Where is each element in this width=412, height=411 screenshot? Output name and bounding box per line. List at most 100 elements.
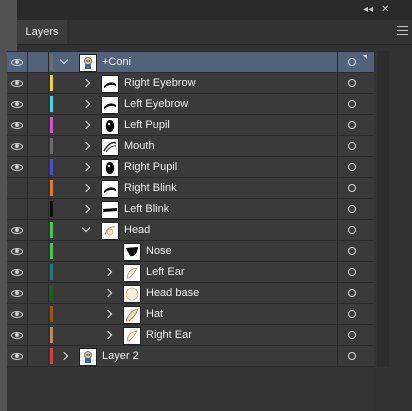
layer-row[interactable]: Left Ear: [7, 262, 374, 283]
chevron-right-icon[interactable]: [81, 99, 91, 109]
hamburger-menu-icon[interactable]: [397, 26, 408, 35]
chevron-right-icon[interactable]: [81, 141, 91, 151]
target-circle-icon[interactable]: [348, 268, 356, 276]
layer-name[interactable]: Hat: [146, 304, 163, 324]
layer-row[interactable]: Head: [7, 220, 374, 241]
target-circle-icon[interactable]: [348, 289, 356, 297]
target-circle-icon[interactable]: [348, 58, 356, 66]
layer-row[interactable]: Left Pupil: [7, 115, 374, 136]
target-circle-icon[interactable]: [348, 163, 356, 171]
chevron-right-icon[interactable]: [81, 162, 91, 172]
layer-row[interactable]: Right Pupil: [7, 157, 374, 178]
lock-toggle[interactable]: [28, 73, 49, 93]
chevron-right-icon[interactable]: [81, 120, 91, 130]
chevron-down-icon[interactable]: [59, 55, 69, 65]
visibility-toggle[interactable]: [7, 304, 28, 324]
lock-toggle[interactable]: [28, 94, 49, 114]
chevron-right-icon[interactable]: [103, 267, 113, 277]
chevron-right-icon[interactable]: [81, 78, 91, 88]
target-circle-icon[interactable]: [348, 142, 356, 150]
layer-row[interactable]: Left Blink: [7, 199, 374, 220]
visibility-toggle[interactable]: [7, 199, 28, 219]
lock-toggle[interactable]: [28, 241, 49, 261]
layer-name[interactable]: Left Eyebrow: [124, 94, 188, 114]
layer-row[interactable]: Layer 2: [7, 346, 374, 367]
layer-row[interactable]: Hat: [7, 304, 374, 325]
lock-toggle[interactable]: [28, 325, 49, 345]
target-circle-icon[interactable]: [348, 331, 356, 339]
layer-row[interactable]: Right Ear: [7, 325, 374, 346]
layer-row[interactable]: Head base: [7, 283, 374, 304]
visibility-toggle[interactable]: [7, 115, 28, 135]
layer-name[interactable]: Nose: [146, 241, 172, 261]
layer-row[interactable]: Left Eyebrow: [7, 94, 374, 115]
visibility-toggle[interactable]: [7, 178, 28, 198]
visibility-toggle[interactable]: [7, 241, 28, 261]
lock-toggle[interactable]: [28, 262, 49, 282]
panel-tab-row: Layers: [17, 20, 412, 45]
visibility-toggle[interactable]: [7, 136, 28, 156]
layer-name[interactable]: Layer 2: [102, 346, 139, 366]
visibility-toggle[interactable]: [7, 94, 28, 114]
target-circle-icon[interactable]: [348, 226, 356, 234]
layer-name[interactable]: Right Blink: [124, 178, 177, 198]
layer-name[interactable]: Right Pupil: [124, 157, 177, 177]
target-circle-icon[interactable]: [348, 79, 356, 87]
visibility-toggle[interactable]: [7, 346, 28, 366]
eye-icon: [11, 143, 23, 150]
layer-row[interactable]: +Coni: [7, 52, 374, 73]
lock-toggle[interactable]: [28, 283, 49, 303]
lock-toggle[interactable]: [28, 136, 49, 156]
eye-icon: [11, 269, 23, 276]
panel-title-strip: ◂◂ ✕: [17, 0, 412, 20]
chevron-right-icon[interactable]: [81, 183, 91, 193]
layer-color-swatch: [50, 180, 53, 196]
layer-name[interactable]: Left Blink: [124, 199, 169, 219]
lock-toggle[interactable]: [28, 157, 49, 177]
target-circle-icon[interactable]: [348, 100, 356, 108]
chevron-right-icon[interactable]: [103, 309, 113, 319]
layer-name[interactable]: Head base: [146, 283, 199, 303]
layer-name[interactable]: Left Ear: [146, 262, 185, 282]
layer-row[interactable]: Nose: [7, 241, 374, 262]
visibility-toggle[interactable]: [7, 52, 28, 72]
lock-toggle[interactable]: [28, 178, 49, 198]
visibility-toggle[interactable]: [7, 157, 28, 177]
visibility-toggle[interactable]: [7, 262, 28, 282]
lock-toggle[interactable]: [28, 199, 49, 219]
tab-layers[interactable]: Layers: [17, 20, 67, 44]
lock-toggle[interactable]: [28, 346, 49, 366]
target-circle-icon[interactable]: [348, 184, 356, 192]
layer-name[interactable]: Head: [124, 220, 150, 240]
layer-row[interactable]: Right Eyebrow: [7, 73, 374, 94]
layer-name[interactable]: Right Ear: [146, 325, 192, 345]
chevron-right-icon[interactable]: [81, 204, 91, 214]
column-divider: [337, 199, 338, 219]
visibility-toggle[interactable]: [7, 325, 28, 345]
lock-toggle[interactable]: [28, 304, 49, 324]
scrollbar[interactable]: [377, 51, 389, 367]
target-circle-icon[interactable]: [348, 247, 356, 255]
visibility-toggle[interactable]: [7, 73, 28, 93]
chevron-right-icon[interactable]: [103, 330, 113, 340]
layer-row[interactable]: Right Blink: [7, 178, 374, 199]
lock-toggle[interactable]: [28, 220, 49, 240]
target-circle-icon[interactable]: [348, 121, 356, 129]
layer-name[interactable]: Mouth: [124, 136, 155, 156]
visibility-toggle[interactable]: [7, 220, 28, 240]
chevron-down-icon[interactable]: [81, 223, 91, 233]
target-circle-icon[interactable]: [348, 310, 356, 318]
chevron-right-icon[interactable]: [103, 288, 113, 298]
layer-name[interactable]: Left Pupil: [124, 115, 170, 135]
layer-name[interactable]: +Coni: [102, 52, 131, 72]
target-circle-icon[interactable]: [348, 352, 356, 360]
close-panel-icon[interactable]: ✕: [381, 4, 389, 16]
lock-toggle[interactable]: [28, 115, 49, 135]
chevron-right-icon[interactable]: [59, 351, 69, 361]
collapse-panel-icon[interactable]: ◂◂: [363, 4, 373, 16]
lock-toggle[interactable]: [28, 52, 49, 72]
target-circle-icon[interactable]: [348, 205, 356, 213]
visibility-toggle[interactable]: [7, 283, 28, 303]
layer-name[interactable]: Right Eyebrow: [124, 73, 196, 93]
layer-row[interactable]: Mouth: [7, 136, 374, 157]
